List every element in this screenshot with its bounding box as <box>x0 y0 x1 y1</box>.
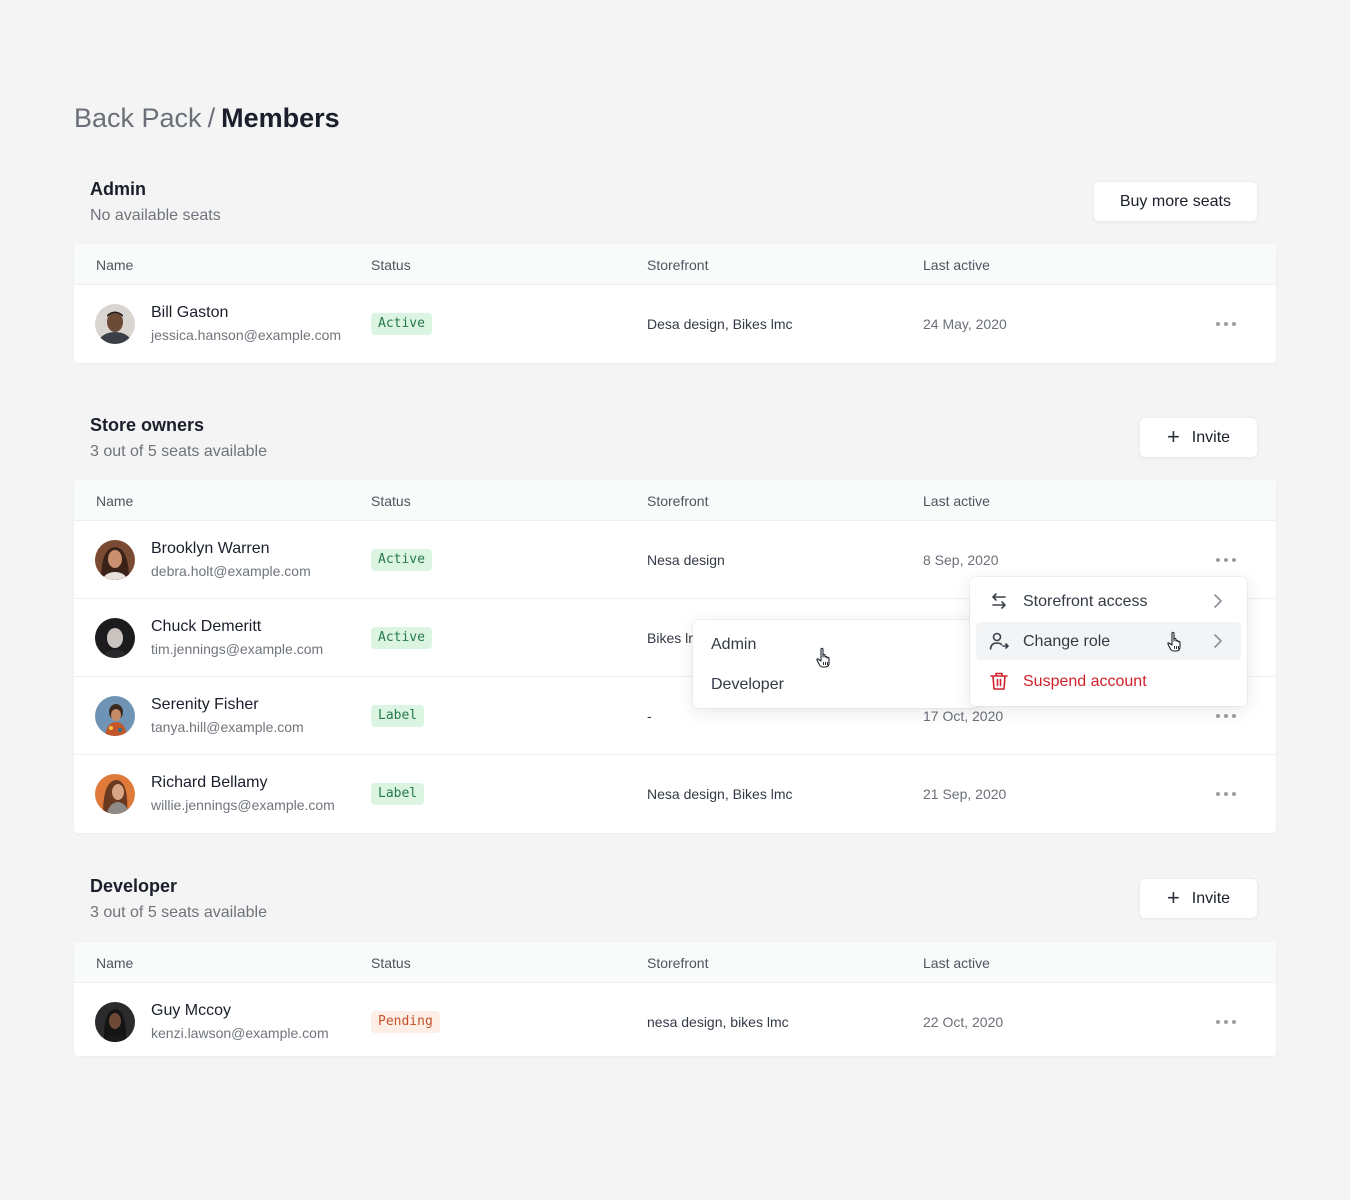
admin-table: Name Status Storefront Last active Bill … <box>74 244 1276 363</box>
hand-pointer-icon <box>1167 631 1181 652</box>
more-options-icon[interactable] <box>1216 315 1236 333</box>
member-name: Chuck Demeritt <box>151 618 262 635</box>
arrows-swap-icon <box>992 593 1006 609</box>
storefront-cell: Desa design, Bikes lmc <box>647 316 793 332</box>
suspend-account-item[interactable]: Suspend account <box>976 662 1241 700</box>
more-options-icon[interactable] <box>1216 551 1236 569</box>
menu-item-label: Change role <box>1023 633 1111 650</box>
section-title: Developer <box>90 876 178 896</box>
member-email: debra.holt@example.com <box>151 563 311 579</box>
avatar <box>95 618 135 658</box>
more-options-icon[interactable] <box>1216 785 1236 803</box>
change-role-item[interactable]: Change role <box>976 622 1241 660</box>
store-owners-section: Store owners 3 out of 5 seats available … <box>74 414 1276 478</box>
plus-icon: + <box>1166 423 1180 449</box>
page-title: Members <box>221 103 340 133</box>
status-badge: Active <box>371 549 432 571</box>
avatar <box>95 304 135 344</box>
last-active-cell: 17 Oct, 2020 <box>923 708 1004 724</box>
chevron-right-icon <box>1214 634 1222 648</box>
table-row[interactable]: Bill Gaston jessica.hanson@example.com A… <box>74 285 1276 363</box>
more-options-icon[interactable] <box>1216 707 1236 725</box>
member-email: willie.jennings@example.com <box>151 797 335 813</box>
button-label: Invite <box>1191 428 1231 446</box>
storefront-cell: Nesa design <box>647 552 725 568</box>
last-active-cell: 22 Oct, 2020 <box>923 1014 1004 1030</box>
table-row[interactable]: Richard Bellamy willie.jennings@example.… <box>74 755 1276 833</box>
role-option-admin[interactable]: Admin <box>711 635 756 655</box>
column-last-active: Last active <box>923 257 990 273</box>
developer-section: Developer 3 out of 5 seats available + In… <box>74 875 1276 939</box>
column-last-active: Last active <box>923 955 990 971</box>
storefront-cell: Bikes lr <box>647 630 693 646</box>
member-name: Guy Mccoy <box>151 1002 232 1019</box>
buy-more-seats-button[interactable]: Buy more seats <box>1092 181 1258 222</box>
section-subtitle: 3 out of 5 seats available <box>90 443 268 460</box>
status-badge: Label <box>371 783 425 805</box>
status-badge: Active <box>371 627 432 649</box>
last-active-cell: 21 Sep, 2020 <box>923 786 1007 802</box>
status-badge: Label <box>371 705 425 727</box>
role-submenu: Admin Developer <box>693 620 979 708</box>
role-option-developer[interactable]: Developer <box>711 675 784 695</box>
member-email: kenzi.lawson@example.com <box>151 1025 329 1041</box>
button-label: Invite <box>1191 889 1231 907</box>
avatar <box>95 540 135 580</box>
last-active-cell: 8 Sep, 2020 <box>923 552 999 568</box>
last-active-cell: 24 May, 2020 <box>923 316 1007 332</box>
context-menu: Storefront access Change role Suspend ac… <box>970 577 1247 706</box>
table-header: Name Status Storefront Last active <box>74 942 1276 983</box>
storefront-access-item[interactable]: Storefront access <box>976 582 1241 620</box>
breadcrumb-parent[interactable]: Back Pack <box>74 103 202 133</box>
column-status: Status <box>371 493 411 509</box>
table-header: Name Status Storefront Last active <box>74 244 1276 285</box>
trash-icon <box>990 672 1008 690</box>
member-email: tanya.hill@example.com <box>151 719 304 735</box>
member-name: Richard Bellamy <box>151 774 268 791</box>
avatar <box>95 774 135 814</box>
menu-item-label: Storefront access <box>1023 593 1148 610</box>
column-last-active: Last active <box>923 493 990 509</box>
column-name: Name <box>96 257 134 273</box>
breadcrumb-separator: / <box>207 103 216 133</box>
storefront-cell: - <box>647 708 652 724</box>
breadcrumb: Back Pack / Members <box>74 101 340 135</box>
section-title: Admin <box>90 179 146 199</box>
avatar <box>95 1002 135 1042</box>
column-name: Name <box>96 493 134 509</box>
status-badge: Pending <box>371 1011 440 1033</box>
status-badge: Active <box>371 313 432 335</box>
invite-button[interactable]: + Invite <box>1139 417 1258 458</box>
table-row[interactable]: Guy Mccoy kenzi.lawson@example.com Pendi… <box>74 983 1276 1056</box>
storefront-cell: Nesa design, Bikes lmc <box>647 786 793 802</box>
more-options-icon[interactable] <box>1216 1013 1236 1031</box>
avatar <box>95 696 135 736</box>
member-name: Brooklyn Warren <box>151 540 270 557</box>
column-storefront: Storefront <box>647 257 709 273</box>
column-storefront: Storefront <box>647 955 709 971</box>
member-email: tim.jennings@example.com <box>151 641 324 657</box>
hand-pointer-icon <box>816 647 830 668</box>
table-header: Name Status Storefront Last active <box>74 480 1276 521</box>
storefront-cell: nesa design, bikes lmc <box>647 1014 789 1030</box>
plus-icon: + <box>1166 884 1180 910</box>
section-subtitle: 3 out of 5 seats available <box>90 904 268 921</box>
invite-button[interactable]: + Invite <box>1139 878 1258 919</box>
column-name: Name <box>96 955 134 971</box>
column-status: Status <box>371 257 411 273</box>
member-name: Serenity Fisher <box>151 696 259 713</box>
user-switch-icon <box>989 632 1009 650</box>
button-label: Buy more seats <box>1119 192 1231 210</box>
chevron-right-icon <box>1214 594 1222 608</box>
member-name: Bill Gaston <box>151 304 229 321</box>
column-status: Status <box>371 955 411 971</box>
menu-item-label: Suspend account <box>1023 673 1147 690</box>
developer-table: Name Status Storefront Last active Guy M… <box>74 942 1276 1056</box>
section-subtitle: No available seats <box>90 207 221 224</box>
column-storefront: Storefront <box>647 493 709 509</box>
admin-section: Admin No available seats Buy more seats <box>74 178 1276 242</box>
member-email: jessica.hanson@example.com <box>151 327 342 343</box>
section-title: Store owners <box>90 415 205 435</box>
